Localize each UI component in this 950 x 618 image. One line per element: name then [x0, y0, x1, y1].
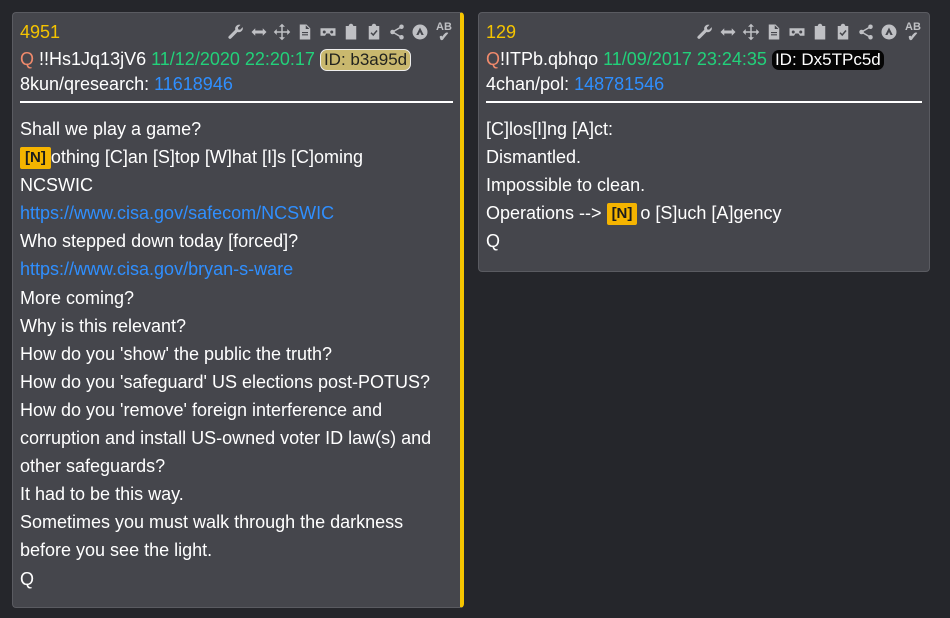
post-toolbar: AB ✔	[695, 22, 924, 44]
post-line: other safeguards?	[20, 456, 166, 477]
board-line: 8kun/qresearch: 11618946	[20, 71, 453, 97]
post-datetime: 11/12/2020 22:20:17	[151, 49, 315, 69]
document-icon[interactable]	[764, 22, 784, 42]
post-line: Operations --> [N] o [S]uch [A]gency	[486, 199, 922, 227]
document-icon[interactable]	[295, 22, 315, 42]
line-text: o [S]uch [A]gency	[640, 203, 782, 224]
resize-horizontal-icon[interactable]	[249, 22, 269, 42]
move-icon[interactable]	[741, 22, 761, 42]
wrench-icon[interactable]	[226, 22, 246, 42]
navigate-up-icon[interactable]	[410, 22, 430, 42]
post-line: [C]los[I]ng [A]ct:	[486, 119, 614, 139]
post-line: It had to be this way.	[20, 484, 184, 505]
vr-icon[interactable]	[318, 22, 338, 42]
line-text: othing [C]an [S]top [W]hat [I]s [C]oming	[50, 147, 363, 168]
post-line: https://www.cisa.gov/bryan-s-ware	[20, 255, 453, 283]
clipboard-icon[interactable]	[341, 22, 361, 42]
post-line: NCSWIC	[20, 175, 93, 196]
external-link[interactable]: https://www.cisa.gov/bryan-s-ware	[20, 259, 293, 279]
tripcode: !!Hs1Jq13jV6	[39, 49, 147, 69]
share-icon[interactable]	[387, 22, 407, 42]
tripcode: !ITPb.qbhqo	[500, 49, 599, 69]
board-name: 4chan/pol:	[486, 74, 570, 94]
post-number[interactable]: 129	[486, 22, 516, 43]
post-line: How do you 'show' the public the truth?	[20, 343, 333, 364]
poster-id-badge[interactable]: ID: b3a95d	[319, 49, 412, 71]
external-link[interactable]: https://www.cisa.gov/safecom/NCSWIC	[20, 203, 334, 223]
post-line: Impossible to clean.	[486, 175, 646, 196]
post-body: [C]los[I]ng [A]ct: Dismantled. Impossible …	[486, 115, 922, 255]
clipboard-icon[interactable]	[810, 22, 830, 42]
post-datetime: 11/09/2017 23:24:35	[603, 49, 767, 69]
post-header: 4951 AB ✔	[20, 21, 455, 44]
post-body: Shall we play a game? [N] othing [C]an [S]…	[20, 115, 453, 593]
highlight-badge: [N]	[20, 147, 51, 170]
post-line: Who stepped down today [forced]?	[20, 231, 299, 252]
spellcheck-icon[interactable]: AB ✔	[902, 22, 924, 44]
line-prefix: Operations -->	[486, 203, 607, 224]
share-icon[interactable]	[856, 22, 876, 42]
post-line: [N] othing [C]an [S]top [W]hat [I]s [C]om…	[20, 143, 453, 171]
divider	[20, 101, 453, 103]
spellcheck-icon[interactable]: AB ✔	[433, 22, 455, 44]
post-line: before you see the light.	[20, 540, 213, 561]
post-line: corruption and install US-owned voter ID…	[20, 428, 432, 449]
post-card-129: 129 AB ✔ Q!ITPb.qbhqo 11/09/2017 23:24:35…	[478, 12, 930, 272]
post-reference-link[interactable]: 148781546	[574, 74, 664, 94]
wrench-icon[interactable]	[695, 22, 715, 42]
post-line: Sometimes you must walk through the dark…	[20, 512, 404, 533]
post-line: Q	[20, 568, 35, 589]
resize-horizontal-icon[interactable]	[718, 22, 738, 42]
post-toolbar: AB ✔	[226, 22, 455, 44]
post-line: Shall we play a game?	[20, 119, 202, 139]
post-line: Why is this relevant?	[20, 315, 187, 336]
navigate-up-icon[interactable]	[879, 22, 899, 42]
author-name: Q	[20, 49, 35, 69]
post-meta: Q!ITPb.qbhqo 11/09/2017 23:24:35 ID: Dx5…	[486, 47, 922, 71]
divider	[486, 101, 922, 103]
vr-icon[interactable]	[787, 22, 807, 42]
post-line: Q	[486, 231, 501, 252]
post-line: Dismantled.	[486, 147, 582, 168]
move-icon[interactable]	[272, 22, 292, 42]
post-line: More coming?	[20, 287, 135, 308]
post-card-4951: 4951 AB ✔ Q !!Hs1Jq13jV6 11/12/2020 22:20…	[12, 12, 464, 608]
post-line: How do you 'safeguard' US elections post…	[20, 371, 431, 392]
clipboard-check-icon[interactable]	[364, 22, 384, 42]
board-name: 8kun/qresearch:	[20, 74, 150, 94]
clipboard-check-icon[interactable]	[833, 22, 853, 42]
post-number[interactable]: 4951	[20, 22, 60, 43]
author-name: Q	[486, 49, 501, 69]
post-header: 129 AB ✔	[486, 21, 924, 44]
poster-id-badge[interactable]: ID: Dx5TPc5d	[771, 50, 884, 70]
post-line: How do you 'remove' foreign interference…	[20, 399, 383, 420]
highlight-badge: [N]	[606, 203, 638, 226]
post-reference-link[interactable]: 11618946	[154, 74, 233, 94]
post-line: https://www.cisa.gov/safecom/NCSWIC	[20, 199, 453, 227]
board-line: 4chan/pol: 148781546	[486, 71, 922, 97]
post-meta: Q !!Hs1Jq13jV6 11/12/2020 22:20:17 ID: b…	[20, 47, 453, 71]
